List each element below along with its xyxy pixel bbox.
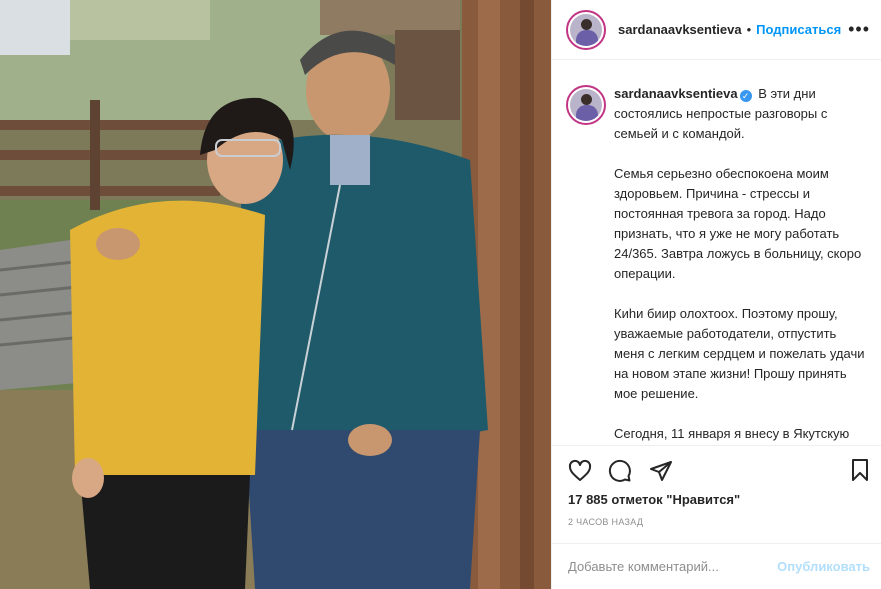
more-horizontal-icon[interactable]: •••	[848, 20, 870, 38]
comment-input[interactable]	[568, 559, 778, 574]
caption-comment: sardanaavksentieva ✓ В эти дни состоялись…	[566, 84, 868, 445]
caption-username[interactable]: sardanaavksentieva	[614, 86, 738, 101]
avatar[interactable]	[566, 9, 606, 50]
post-photo[interactable]	[0, 0, 551, 589]
caption-paragraph: Семья серьезно обеспокоена моим здоровье…	[614, 166, 862, 281]
header-username[interactable]: sardanaavksentieva	[618, 22, 742, 37]
action-bar	[552, 445, 881, 493]
caption-area[interactable]: sardanaavksentieva ✓ В эти дни состоялись…	[552, 60, 881, 445]
follow-button[interactable]: Подписаться	[756, 22, 841, 37]
add-comment-bar: Опубликовать	[552, 543, 881, 589]
caption-paragraph: Киһи биир олохтоох. Поэтому прошу, уважа…	[614, 306, 865, 401]
caption-avatar[interactable]	[566, 85, 606, 125]
comment-icon[interactable]	[608, 459, 632, 483]
caption-paragraph: Сегодня, 11 января я внесу в Якутскую го…	[614, 426, 850, 441]
post-sidebar: sardanaavksentieva • Подписаться ••• sar…	[551, 0, 881, 589]
verified-badge-icon: ✓	[739, 90, 752, 102]
post-timestamp[interactable]: 2 ЧАСОВ НАЗАД	[568, 517, 643, 527]
separator-dot: •	[746, 22, 752, 37]
post-image	[0, 0, 551, 589]
bookmark-icon[interactable]	[848, 458, 872, 482]
heart-icon[interactable]	[568, 459, 592, 483]
post-comment-button[interactable]: Опубликовать	[777, 559, 870, 574]
caption-text: sardanaavksentieva ✓ В эти дни состоялись…	[614, 84, 866, 445]
share-icon[interactable]	[649, 459, 673, 483]
post-header: sardanaavksentieva • Подписаться •••	[552, 0, 881, 60]
likes-count[interactable]: 17 885 отметок "Нравится"	[568, 492, 740, 507]
